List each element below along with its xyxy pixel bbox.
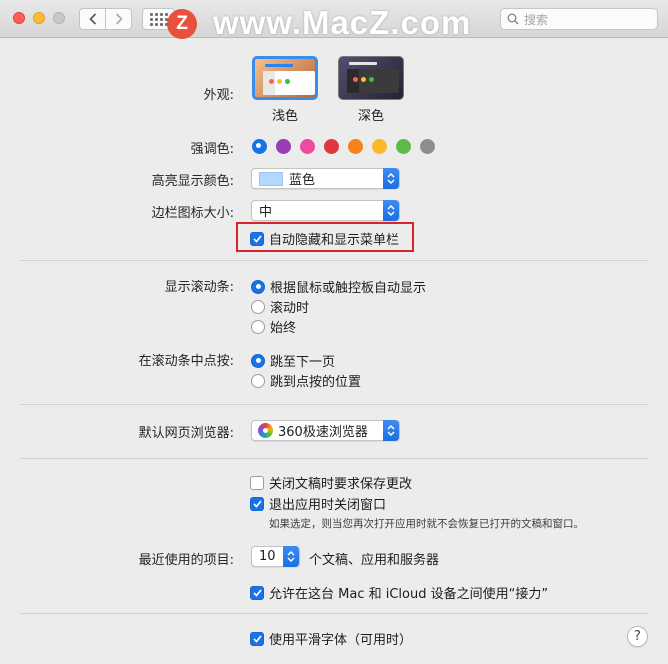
- jump-to-spot-radio[interactable]: 跳到点按的位置: [251, 371, 361, 390]
- auto-hide-menubar-checkbox[interactable]: 自动隐藏和显示菜单栏: [250, 229, 399, 248]
- popup-arrows-icon: [383, 200, 399, 221]
- ask-keep-changes-checkbox[interactable]: 关闭文稿时要求保存更改: [250, 473, 412, 492]
- popup-arrows-icon: [383, 420, 399, 441]
- grid-icon: [149, 12, 168, 26]
- zoom-window-button[interactable]: [53, 12, 65, 24]
- handoff-label: 允许在这台 Mac 和 iCloud 设备之间使用“接力”: [269, 587, 549, 602]
- ask-keep-changes-label: 关闭文稿时要求保存更改: [269, 477, 413, 492]
- highlight-color-swatch: [259, 171, 283, 186]
- scrollbars-when-scrolling-radio[interactable]: 滚动时: [251, 297, 309, 316]
- accent-color-swatch[interactable]: [396, 139, 411, 154]
- radio-label: 滚动时: [270, 301, 310, 316]
- watermark-logo: Z: [167, 9, 197, 39]
- default-browser-popup[interactable]: 360极速浏览器: [251, 420, 400, 441]
- appearance-dark-option[interactable]: [338, 56, 404, 100]
- scrollbars-auto-radio[interactable]: 根据鼠标或触控板自动显示: [251, 277, 426, 296]
- highlight-color-value: 蓝色: [289, 173, 316, 188]
- search-placeholder: 搜索: [524, 12, 549, 27]
- back-button[interactable]: [79, 8, 106, 30]
- font-smoothing-label: 使用平滑字体（可用时）: [269, 633, 413, 648]
- recent-items-label: 最近使用的项目:: [138, 553, 234, 568]
- handoff-checkbox[interactable]: 允许在这台 Mac 和 iCloud 设备之间使用“接力”: [250, 583, 548, 602]
- accent-color-label: 强调色:: [190, 142, 234, 157]
- divider: [20, 458, 648, 459]
- search-icon: [507, 13, 519, 25]
- appearance-label: 外观:: [203, 88, 234, 103]
- checkmark-icon: [250, 631, 264, 646]
- accent-color-swatch[interactable]: [276, 139, 291, 154]
- recent-items-popup[interactable]: 10: [251, 546, 300, 567]
- accent-color-swatch[interactable]: [420, 139, 435, 154]
- recent-items-suffix: 个文稿、应用和服务器: [309, 553, 440, 568]
- close-windows-note: 如果选定，则当您再次打开应用时就不会恢复已打开的文稿和窗口。: [269, 518, 584, 530]
- sidebar-icon-size-popup[interactable]: 中: [251, 200, 400, 221]
- popup-arrows-icon: [383, 168, 399, 189]
- checkmark-icon: [250, 231, 264, 246]
- default-browser-label: 默认网页浏览器:: [138, 426, 234, 441]
- accent-color-swatch[interactable]: [252, 139, 267, 154]
- recent-items-value: 10: [259, 549, 276, 564]
- close-windows-label: 退出应用时关闭窗口: [269, 498, 387, 513]
- highlight-color-label: 高亮显示颜色:: [151, 174, 234, 189]
- accent-color-swatch[interactable]: [324, 139, 339, 154]
- minimize-window-button[interactable]: [33, 12, 45, 24]
- divider: [20, 613, 648, 614]
- font-smoothing-checkbox[interactable]: 使用平滑字体（可用时）: [250, 629, 412, 648]
- chevron-right-icon: [115, 13, 123, 25]
- title-bar: Z www.MacZ.com 搜索: [0, 0, 668, 41]
- jump-next-page-radio[interactable]: 跳至下一页: [251, 351, 335, 370]
- highlight-color-popup[interactable]: 蓝色: [251, 168, 400, 189]
- close-window-button[interactable]: [13, 12, 25, 24]
- search-field[interactable]: 搜索: [500, 8, 658, 30]
- accent-color-swatch[interactable]: [300, 139, 315, 154]
- help-button[interactable]: ?: [627, 626, 648, 647]
- close-windows-checkbox[interactable]: 退出应用时关闭窗口: [250, 494, 386, 513]
- forward-button[interactable]: [105, 8, 132, 30]
- radio-label: 始终: [270, 321, 297, 336]
- popup-arrows-icon: [283, 546, 299, 567]
- divider: [20, 404, 648, 405]
- radio-label: 跳到点按的位置: [270, 375, 362, 390]
- watermark-text: www.MacZ.com: [213, 4, 472, 41]
- default-browser-value: 360极速浏览器: [278, 425, 368, 440]
- chevron-left-icon: [88, 13, 96, 25]
- auto-hide-menubar-label: 自动隐藏和显示菜单栏: [269, 233, 400, 248]
- click-scrollbar-label: 在滚动条中点按:: [138, 354, 234, 369]
- accent-color-swatch[interactable]: [348, 139, 363, 154]
- appearance-light-label: 浅色: [271, 109, 298, 124]
- browser-360-icon: [258, 423, 273, 438]
- show-scrollbars-label: 显示滚动条:: [164, 280, 234, 295]
- sidebar-icon-size-value: 中: [259, 205, 273, 220]
- checkmark-icon: [250, 496, 264, 511]
- appearance-light-option[interactable]: [252, 56, 318, 100]
- scrollbars-always-radio[interactable]: 始终: [251, 317, 296, 336]
- checkmark-icon: [250, 585, 264, 600]
- divider: [20, 260, 648, 261]
- appearance-dark-label: 深色: [357, 109, 384, 124]
- sidebar-icon-size-label: 边栏图标大小:: [151, 206, 234, 221]
- accent-color-swatch[interactable]: [372, 139, 387, 154]
- radio-label: 根据鼠标或触控板自动显示: [270, 281, 427, 296]
- radio-label: 跳至下一页: [270, 355, 336, 370]
